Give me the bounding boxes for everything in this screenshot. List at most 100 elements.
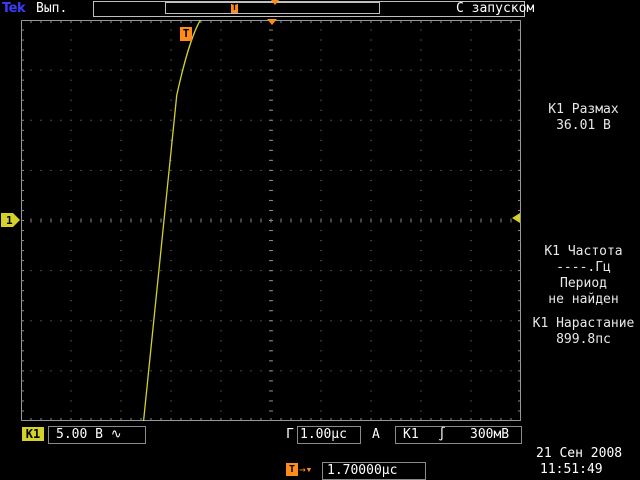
grid-dot xyxy=(500,370,502,372)
grid-dot xyxy=(370,139,372,141)
grid-dot xyxy=(370,290,372,292)
grid-dot xyxy=(340,69,342,71)
grid-dot xyxy=(320,159,322,161)
edge-tick xyxy=(360,20,362,23)
edge-tick xyxy=(270,418,272,421)
grid-dot xyxy=(470,260,472,262)
center-axis-tick xyxy=(269,270,273,272)
trigger-position-marker-icon[interactable]: T xyxy=(180,27,192,41)
edge-tick xyxy=(370,20,372,23)
grid-dot xyxy=(420,159,422,161)
grid-dot xyxy=(420,39,422,41)
grid-dot xyxy=(40,270,42,272)
edge-tick xyxy=(518,179,521,181)
grid-dot xyxy=(120,199,122,201)
grid-dot xyxy=(170,250,172,252)
grid-dot xyxy=(190,320,192,322)
edge-tick xyxy=(518,260,521,262)
edge-tick xyxy=(21,169,24,171)
edge-tick xyxy=(40,418,42,421)
grid-dot xyxy=(470,250,472,252)
grid-dot xyxy=(320,59,322,61)
edge-tick xyxy=(350,20,352,23)
edge-tick xyxy=(30,20,32,23)
acquisition-status: Вып. xyxy=(36,1,68,16)
grid-dot xyxy=(120,59,122,61)
grid-dot xyxy=(500,119,502,121)
grid-dot xyxy=(70,250,72,252)
grid-dot xyxy=(320,400,322,402)
grid-dot xyxy=(320,109,322,111)
grid-dot xyxy=(390,69,392,71)
grid-dot xyxy=(110,169,112,171)
grid-dot xyxy=(490,370,492,372)
grid-dot xyxy=(220,330,222,332)
grid-dot xyxy=(120,49,122,51)
grid-dot xyxy=(180,270,182,272)
center-axis-tick xyxy=(160,218,162,223)
edge-tick xyxy=(230,418,232,421)
coupling-ac-icon: ∿ xyxy=(110,427,122,442)
grid-dot xyxy=(100,270,102,272)
grid-dot xyxy=(170,240,172,242)
edge-tick xyxy=(21,79,24,81)
edge-tick xyxy=(21,179,24,181)
grid-dot xyxy=(470,109,472,111)
grid-dot xyxy=(70,209,72,211)
edge-tick xyxy=(480,20,482,23)
grid-dot xyxy=(360,320,362,322)
grid-dot xyxy=(470,169,472,171)
channel1-level-marker-icon[interactable]: 1 xyxy=(0,212,21,228)
grid-dot xyxy=(380,169,382,171)
center-axis-tick xyxy=(269,250,273,252)
grid-dot xyxy=(370,360,372,362)
center-axis-tick xyxy=(380,218,382,223)
edge-tick xyxy=(50,20,52,23)
edge-tick xyxy=(470,20,472,23)
grid-dot xyxy=(380,320,382,322)
edge-tick xyxy=(230,20,232,23)
grid-dot xyxy=(120,139,122,141)
edge-tick xyxy=(518,400,521,402)
grid-dot xyxy=(240,270,242,272)
grid-dot xyxy=(290,119,292,121)
grid-dot xyxy=(460,69,462,71)
edge-tick xyxy=(50,418,52,421)
edge-tick xyxy=(90,20,92,23)
grid-dot xyxy=(370,240,372,242)
grid-dot xyxy=(350,320,352,322)
grid-dot xyxy=(410,270,412,272)
trigger-level-marker-icon[interactable] xyxy=(510,212,522,224)
grid-dot xyxy=(370,280,372,282)
grid-dot xyxy=(120,360,122,362)
grid-dot xyxy=(170,29,172,31)
center-axis-tick xyxy=(269,360,273,362)
edge-tick xyxy=(518,380,521,382)
edge-tick xyxy=(21,300,24,302)
grid-dot xyxy=(70,340,72,342)
trigger-mode-label: А xyxy=(372,427,380,442)
grid-dot xyxy=(240,119,242,121)
center-axis-tick xyxy=(269,230,273,232)
grid-dot xyxy=(320,390,322,392)
grid-dot xyxy=(70,29,72,31)
center-axis-tick xyxy=(260,218,262,223)
center-axis-tick xyxy=(269,340,273,342)
grid-dot xyxy=(170,189,172,191)
grid-dot xyxy=(130,69,132,71)
edge-tick xyxy=(518,240,521,242)
grid-dot xyxy=(390,270,392,272)
grid-dot xyxy=(180,119,182,121)
edge-tick xyxy=(21,119,24,121)
grid-dot xyxy=(310,69,312,71)
center-axis-tick xyxy=(269,199,273,201)
grid-dot xyxy=(490,119,492,121)
edge-tick xyxy=(518,340,521,342)
channel1-badge[interactable]: К1 xyxy=(22,427,44,441)
edge-tick xyxy=(300,418,302,421)
grid-dot xyxy=(120,330,122,332)
grid-dot xyxy=(70,129,72,131)
grid-dot xyxy=(470,89,472,91)
edge-tick xyxy=(100,418,102,421)
grid-dot xyxy=(310,169,312,171)
